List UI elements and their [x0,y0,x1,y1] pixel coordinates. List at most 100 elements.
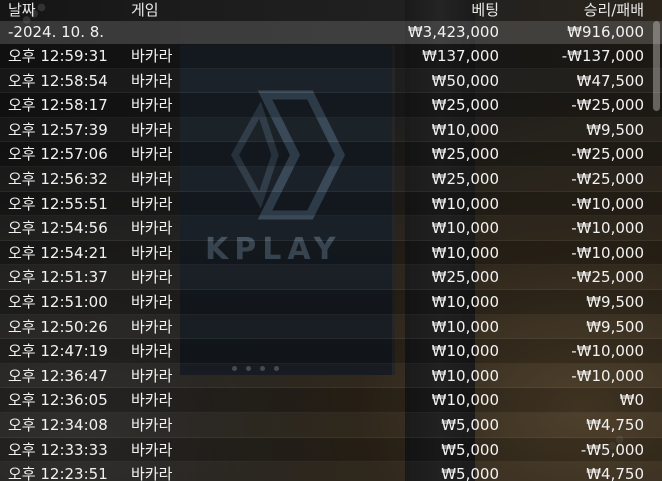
summary-bet-total: ₩3,423,000 [407,23,499,41]
table-row[interactable]: 오후 12:58:17 바카라 ₩25,000 -₩25,000 [0,93,662,118]
row-result-amount: -₩10,000 [571,194,644,213]
row-result-amount: -₩10,000 [571,219,644,238]
row-time: 오후 12:23:51 [8,465,108,481]
row-time: 오후 12:57:06 [8,145,108,164]
row-bet-amount: ₩10,000 [431,219,499,238]
table-header: 날짜 게임 베팅 승리/패배 [0,0,662,21]
row-time: 오후 12:58:17 [8,96,108,115]
row-bet-amount: ₩10,000 [431,194,499,213]
row-result-amount: ₩4,750 [586,416,644,434]
table-row[interactable]: 오후 12:59:31 바카라 ₩137,000 -₩137,000 [0,44,662,69]
row-time: 오후 12:54:56 [8,219,108,238]
bet-history-table: 날짜 게임 베팅 승리/패배 -2024. 10. 8. ₩3,423,000 … [0,0,662,481]
row-game: 바카라 [131,243,173,262]
row-game: 바카라 [131,120,173,139]
table-row[interactable]: 오후 12:47:19 바카라 ₩10,000 -₩10,000 [0,339,662,364]
table-row[interactable]: 오후 12:33:33 바카라 ₩5,000 -₩5,000 [0,437,662,463]
row-time: 오후 12:47:19 [8,342,108,361]
row-game: 바카라 [131,268,173,287]
row-game: 바카라 [131,293,173,311]
row-result-amount: ₩9,500 [586,293,644,311]
row-time: 오후 12:58:54 [8,71,108,90]
row-game: 바카라 [131,416,173,434]
row-bet-amount: ₩10,000 [431,342,499,361]
column-header-game[interactable]: 게임 [131,0,159,20]
row-game: 바카라 [131,71,173,90]
column-header-date[interactable]: 날짜 [8,0,36,20]
table-row[interactable]: 오후 12:58:54 바카라 ₩50,000 ₩47,500 [0,68,662,94]
row-bet-amount: ₩5,000 [441,440,499,459]
row-time: 오후 12:51:37 [8,268,108,287]
row-time: 오후 12:56:32 [8,170,108,188]
table-row[interactable]: 오후 12:57:39 바카라 ₩10,000 ₩9,500 [0,117,662,143]
row-bet-amount: ₩137,000 [422,47,499,65]
row-game: 바카라 [131,47,173,65]
row-game: 바카라 [131,465,173,481]
row-game: 바카라 [131,366,173,385]
row-result-amount: -₩25,000 [571,96,644,115]
column-header-bet[interactable]: 베팅 [471,0,499,20]
summary-row[interactable]: -2024. 10. 8. ₩3,423,000 ₩916,000 [0,21,662,44]
row-game: 바카라 [131,170,173,188]
row-bet-amount: ₩10,000 [431,120,499,139]
row-bet-amount: ₩10,000 [431,391,499,410]
row-time: 오후 12:59:31 [8,47,108,65]
row-result-amount: ₩47,500 [576,71,644,90]
table-row[interactable]: 오후 12:57:06 바카라 ₩25,000 -₩25,000 [0,142,662,167]
row-result-amount: -₩25,000 [571,170,644,188]
row-time: 오후 12:36:05 [8,391,108,410]
row-bet-amount: ₩10,000 [431,317,499,336]
row-time: 오후 12:33:33 [8,440,108,459]
table-row[interactable]: 오후 12:54:56 바카라 ₩10,000 -₩10,000 [0,216,662,241]
table-row[interactable]: 오후 12:36:05 바카라 ₩10,000 ₩0 [0,388,662,413]
row-result-amount: -₩10,000 [571,243,644,262]
row-game: 바카라 [131,317,173,336]
table-row[interactable]: 오후 12:34:08 바카라 ₩5,000 ₩4,750 [0,413,662,438]
row-result-amount: -₩25,000 [571,145,644,164]
row-bet-amount: ₩10,000 [431,366,499,385]
table-row[interactable]: 오후 12:51:37 바카라 ₩25,000 -₩25,000 [0,265,662,290]
row-result-amount: -₩137,000 [561,47,644,65]
row-game: 바카라 [131,391,173,410]
row-bet-amount: ₩50,000 [431,71,499,90]
row-game: 바카라 [131,145,173,164]
scrollbar-thumb[interactable] [653,21,660,111]
row-bet-amount: ₩10,000 [431,293,499,311]
table-row[interactable]: 오후 12:36:47 바카라 ₩10,000 -₩10,000 [0,363,662,389]
row-bet-amount: ₩10,000 [431,243,499,262]
table-row[interactable]: 오후 12:50:26 바카라 ₩10,000 ₩9,500 [0,314,662,340]
row-result-amount: ₩9,500 [586,120,644,139]
row-bet-amount: ₩25,000 [431,170,499,188]
column-header-result[interactable]: 승리/패배 [584,0,644,20]
row-result-amount: -₩10,000 [571,366,644,385]
row-bet-amount: ₩25,000 [431,268,499,287]
row-time: 오후 12:51:00 [8,293,108,311]
row-bet-amount: ₩25,000 [431,96,499,115]
table-row[interactable]: 오후 12:55:51 바카라 ₩10,000 -₩10,000 [0,191,662,217]
row-bet-amount: ₩5,000 [441,416,499,434]
row-game: 바카라 [131,96,173,115]
row-result-amount: -₩10,000 [571,342,644,361]
row-time: 오후 12:36:47 [8,366,108,385]
row-result-amount: -₩25,000 [571,268,644,287]
row-result-amount: ₩0 [619,391,644,410]
row-bet-amount: ₩25,000 [431,145,499,164]
summary-date: -2024. 10. 8. [8,23,105,41]
row-result-amount: ₩4,750 [586,465,644,481]
summary-result-total: ₩916,000 [567,23,644,41]
table-row[interactable]: 오후 12:23:51 바카라 ₩5,000 ₩4,750 [0,462,662,481]
table-row[interactable]: 오후 12:54:21 바카라 ₩10,000 -₩10,000 [0,240,662,266]
table-row[interactable]: 오후 12:51:00 바카라 ₩10,000 ₩9,500 [0,290,662,315]
row-game: 바카라 [131,440,173,459]
row-game: 바카라 [131,194,173,213]
row-time: 오후 12:55:51 [8,194,108,213]
row-result-amount: ₩9,500 [586,317,644,336]
row-bet-amount: ₩5,000 [441,465,499,481]
row-game: 바카라 [131,342,173,361]
row-result-amount: -₩5,000 [580,440,644,459]
row-time: 오후 12:54:21 [8,243,108,262]
row-game: 바카라 [131,219,173,238]
row-time: 오후 12:34:08 [8,416,108,434]
row-time: 오후 12:50:26 [8,317,108,336]
table-row[interactable]: 오후 12:56:32 바카라 ₩25,000 -₩25,000 [0,167,662,192]
